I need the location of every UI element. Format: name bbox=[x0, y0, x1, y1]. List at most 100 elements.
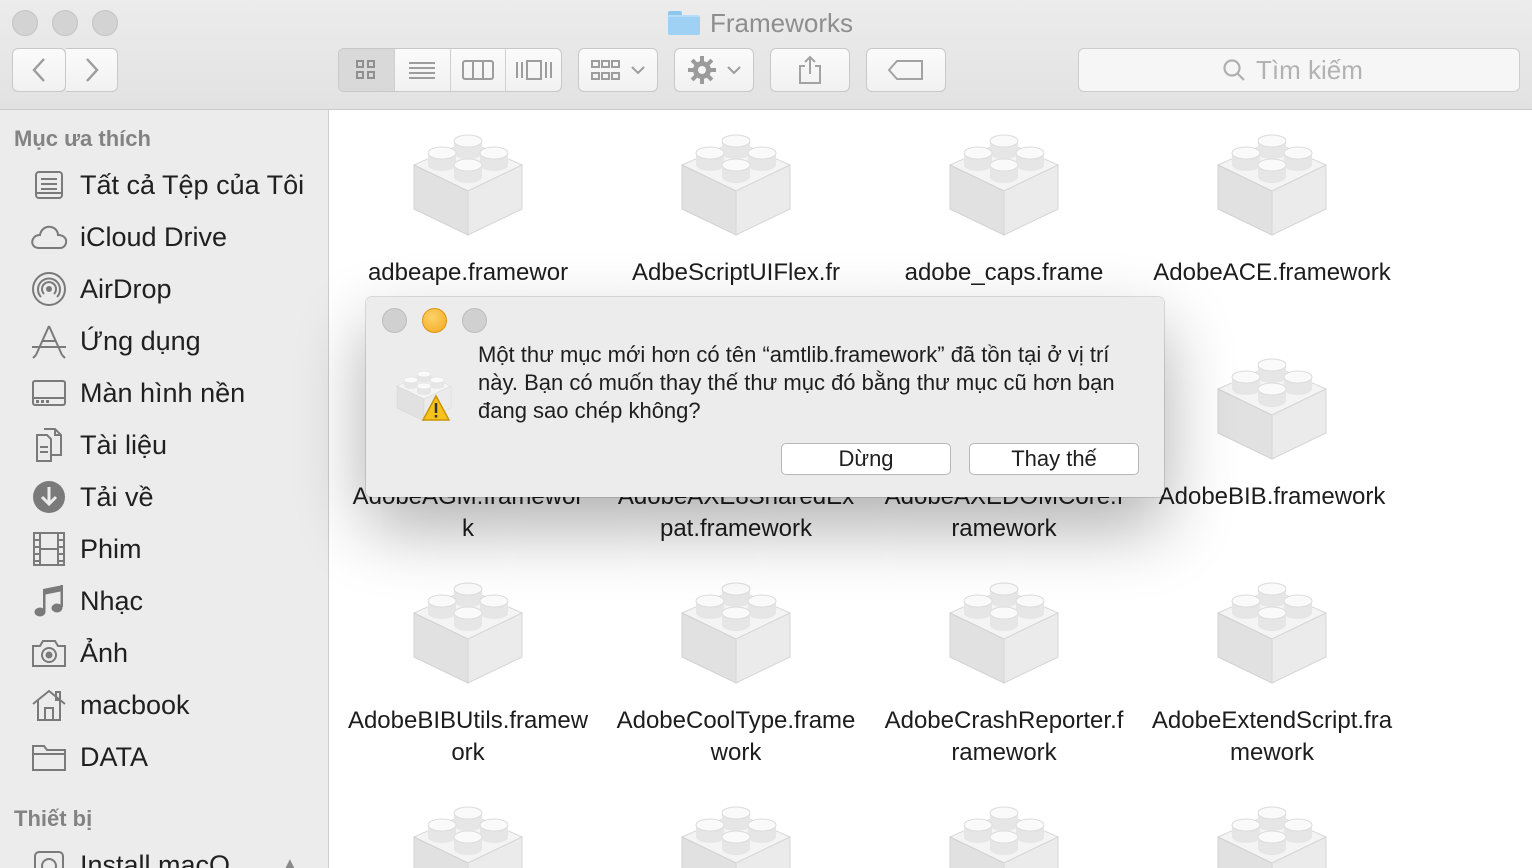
sidebar: Mục ưa thích Tất cả Tệp của Tôi iCloud D… bbox=[0, 110, 329, 868]
folder-icon bbox=[30, 738, 68, 776]
framework-warning-icon bbox=[396, 370, 452, 422]
sidebar-item-applications[interactable]: Ứng dụng bbox=[30, 318, 320, 364]
grid-icon bbox=[356, 60, 376, 79]
sidebar-item-label: Ảnh bbox=[80, 637, 129, 668]
dialog-message: Một thư mục mới hơn có tên “amtlib.frame… bbox=[478, 342, 1115, 423]
framework-icon bbox=[681, 134, 791, 236]
file-name: AdbeScriptUIFlex.fr bbox=[631, 259, 841, 286]
framework-icon bbox=[949, 806, 1059, 868]
file-item[interactable] bbox=[879, 783, 1129, 868]
file-item[interactable] bbox=[1147, 783, 1397, 868]
icon-view-button[interactable] bbox=[339, 49, 395, 91]
disk-icon bbox=[30, 846, 68, 868]
window-title: Frameworks bbox=[668, 6, 853, 40]
sidebar-item-label: Tất cả Tệp của Tôi bbox=[80, 169, 305, 200]
sidebar-item-label: DATA bbox=[80, 741, 149, 772]
dialog-zoom-button[interactable] bbox=[462, 308, 487, 333]
file-name: AdobeBIBUtils.framework bbox=[347, 707, 589, 766]
file-item[interactable]: AdbeScriptUIFlex.fr bbox=[611, 111, 861, 289]
sidebar-item-movies[interactable]: Phim bbox=[30, 526, 320, 572]
framework-icon bbox=[681, 806, 791, 868]
file-name: AdobeCoolType.framework bbox=[616, 707, 856, 766]
framework-icon bbox=[949, 134, 1059, 236]
file-item[interactable]: AdobeExtendScript.framework bbox=[1147, 559, 1397, 769]
sidebar-item-pictures[interactable]: Ảnh bbox=[30, 630, 320, 676]
list-view-button[interactable] bbox=[395, 49, 451, 91]
view-mode-segmented-control bbox=[338, 48, 562, 92]
folder-icon bbox=[668, 11, 700, 35]
sidebar-item-downloads[interactable]: Tải về bbox=[30, 474, 320, 520]
file-item[interactable]: AdobeBIBUtils.framework bbox=[343, 559, 593, 769]
sidebar-item-data[interactable]: DATA bbox=[30, 734, 320, 780]
framework-icon bbox=[1217, 134, 1327, 236]
favorites-heading: Mục ưa thích bbox=[14, 126, 151, 151]
framework-icon bbox=[681, 582, 791, 684]
stop-button[interactable]: Dừng bbox=[781, 443, 951, 475]
applications-icon bbox=[30, 322, 68, 360]
file-name: adbeape.framewor bbox=[367, 259, 569, 286]
action-menu-button[interactable] bbox=[674, 48, 754, 92]
desktop-icon bbox=[30, 374, 68, 412]
dialog-minimize-button[interactable] bbox=[422, 308, 447, 333]
sidebar-item-label: Install macO bbox=[80, 849, 231, 868]
file-item[interactable]: adbeape.framewor bbox=[343, 111, 593, 289]
share-button[interactable] bbox=[770, 48, 850, 92]
minimize-window-button[interactable] bbox=[52, 10, 78, 36]
framework-icon bbox=[413, 806, 523, 868]
tag-icon bbox=[888, 60, 923, 80]
window-title-text: Frameworks bbox=[710, 7, 854, 38]
sidebar-item-documents[interactable]: Tài liệu bbox=[30, 422, 320, 468]
replace-confirmation-dialog: Một thư mục mới hơn có tên “amtlib.frame… bbox=[366, 297, 1164, 497]
framework-icon bbox=[1217, 806, 1327, 868]
file-item[interactable]: AdobeCrashReporter.framework bbox=[879, 559, 1129, 769]
sidebar-item-icloud-drive[interactable]: iCloud Drive bbox=[30, 214, 320, 260]
zoom-window-button[interactable] bbox=[92, 10, 118, 36]
file-item[interactable] bbox=[611, 783, 861, 868]
file-item[interactable]: AdobeACE.framework bbox=[1147, 111, 1397, 289]
music-icon bbox=[30, 582, 68, 620]
eject-icon[interactable]: ▲ bbox=[280, 854, 300, 868]
search-icon bbox=[1223, 59, 1245, 81]
sidebar-item-label: Tải về bbox=[80, 481, 154, 512]
gear-icon bbox=[688, 56, 716, 84]
close-window-button[interactable] bbox=[12, 10, 38, 36]
column-view-button[interactable] bbox=[451, 49, 507, 91]
file-name: AdobeACE.framework bbox=[1153, 259, 1391, 286]
sidebar-item-airdrop[interactable]: AirDrop bbox=[30, 266, 320, 312]
search-input[interactable] bbox=[1256, 54, 1376, 86]
framework-icon bbox=[413, 134, 523, 236]
cover-flow-view-button[interactable] bbox=[506, 49, 561, 91]
framework-icon bbox=[1217, 582, 1327, 684]
file-name: AdobeCrashReporter.framework bbox=[884, 707, 1124, 766]
file-item[interactable] bbox=[343, 783, 593, 868]
sidebar-item-install-macos[interactable]: Install macO bbox=[30, 842, 320, 868]
file-item[interactable]: adobe_caps.frame bbox=[879, 111, 1129, 289]
chevron-down-icon bbox=[631, 66, 645, 75]
sidebar-item-label: AirDrop bbox=[80, 273, 172, 304]
search-field[interactable] bbox=[1078, 48, 1520, 92]
file-name: adobe_caps.frame bbox=[904, 259, 1104, 286]
sidebar-item-label: Nhạc bbox=[80, 585, 144, 616]
cloud-icon bbox=[30, 218, 68, 256]
file-name: AdobeExtendScript.framework bbox=[1151, 707, 1393, 766]
all-files-icon bbox=[30, 166, 68, 204]
back-button[interactable] bbox=[12, 48, 66, 92]
sidebar-item-all-my-files[interactable]: Tất cả Tệp của Tôi bbox=[30, 162, 320, 208]
sidebar-item-music[interactable]: Nhạc bbox=[30, 578, 320, 624]
file-name: AdobeBIB.framework bbox=[1158, 483, 1386, 510]
chevron-right-icon bbox=[85, 58, 99, 82]
tags-button[interactable] bbox=[866, 48, 946, 92]
arrange-button[interactable] bbox=[578, 48, 658, 92]
replace-button[interactable]: Thay thế bbox=[969, 443, 1139, 475]
dialog-close-button[interactable] bbox=[382, 308, 407, 333]
forward-button[interactable] bbox=[66, 48, 118, 92]
framework-icon bbox=[949, 582, 1059, 684]
columns-icon bbox=[461, 60, 494, 80]
file-item[interactable]: AdobeBIB.framework bbox=[1147, 335, 1397, 513]
film-icon bbox=[30, 530, 68, 568]
sidebar-item-home[interactable]: macbook bbox=[30, 682, 320, 728]
chevron-down-icon bbox=[727, 66, 741, 75]
sidebar-item-desktop[interactable]: Màn hình nền bbox=[30, 370, 320, 416]
list-icon bbox=[409, 62, 436, 79]
file-item[interactable]: AdobeCoolType.framework bbox=[611, 559, 861, 769]
